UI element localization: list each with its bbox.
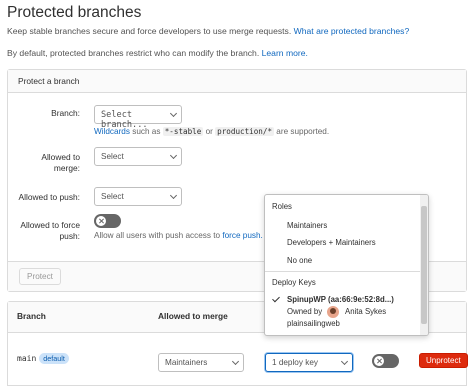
merge-select-value: Select bbox=[101, 152, 124, 161]
force-push-help: Allow all users with push access to forc… bbox=[94, 231, 263, 240]
merge-label: Allowed to merge: bbox=[10, 152, 80, 174]
default-description: By default, protected branches restrict … bbox=[7, 48, 262, 58]
panel-header: Protect a branch bbox=[8, 70, 466, 93]
close-icon bbox=[96, 216, 106, 226]
page-title: Protected branches bbox=[7, 4, 142, 21]
merge-label-line-1: Allowed to bbox=[41, 152, 80, 162]
intro-text: Keep stable branches secure and force de… bbox=[7, 26, 409, 36]
branch-label: Branch: bbox=[51, 108, 80, 118]
checkmark-icon bbox=[272, 294, 280, 303]
row-push-select-value: 1 deploy key bbox=[272, 358, 318, 367]
roles-header: Roles bbox=[272, 202, 292, 211]
allowed-to-push-dropdown-menu: Roles Maintainers Developers + Maintaine… bbox=[264, 194, 429, 336]
avatar bbox=[327, 306, 339, 318]
menu-divider bbox=[265, 271, 420, 272]
row-push-select[interactable]: 1 deploy key bbox=[265, 353, 353, 372]
wildcards-help: Wildcards such as *-stable or production… bbox=[94, 127, 329, 136]
push-select-value: Select bbox=[101, 192, 124, 201]
chevron-down-icon bbox=[169, 109, 178, 118]
force-push-toggle[interactable] bbox=[94, 214, 121, 228]
force-push-link[interactable]: force push. bbox=[222, 231, 263, 240]
branch-name: main default bbox=[17, 353, 69, 364]
deploy-key-name: SpinupWP (aa:66:9e:52:8d...) bbox=[287, 295, 394, 304]
force-push-label-line-1: Allowed to force bbox=[20, 220, 80, 230]
wildcards-text-3: are supported. bbox=[274, 127, 330, 136]
push-select[interactable]: Select bbox=[94, 187, 182, 206]
force-push-label-line-2: push: bbox=[59, 231, 81, 241]
branch-name-text: main bbox=[17, 354, 37, 363]
push-label: Allowed to push: bbox=[18, 192, 80, 202]
branch-select[interactable]: Select branch... bbox=[94, 105, 182, 130]
force-push-label: Allowed to force push: bbox=[10, 220, 80, 242]
role-option-no-one[interactable]: No one bbox=[287, 256, 312, 265]
menu-scrollbar[interactable] bbox=[420, 195, 428, 335]
merge-select[interactable]: Select bbox=[94, 147, 182, 166]
wildcards-link[interactable]: Wildcards bbox=[94, 127, 130, 136]
menu-scrollbar-thumb[interactable] bbox=[421, 206, 427, 324]
role-option-developers-maintainers[interactable]: Developers + Maintainers bbox=[287, 238, 376, 247]
merge-label-line-2: merge: bbox=[53, 163, 80, 173]
row-force-push-toggle[interactable] bbox=[372, 354, 399, 368]
row-merge-select-value: Maintainers bbox=[165, 358, 208, 367]
deploy-key-owner: Anita Sykes bbox=[345, 307, 387, 316]
wildcard-example-2: production/* bbox=[215, 127, 275, 136]
wildcards-text-2: or bbox=[203, 127, 216, 136]
deploy-key-owned-by: Owned by bbox=[287, 307, 323, 316]
intro-description: Keep stable branches secure and force de… bbox=[7, 26, 294, 36]
wildcards-text-1: such as bbox=[129, 127, 163, 136]
force-push-help-text: Allow all users with push access to bbox=[94, 231, 223, 240]
role-option-maintainers[interactable]: Maintainers bbox=[287, 221, 327, 230]
column-header-branch: Branch bbox=[17, 311, 46, 321]
deploy-keys-header: Deploy Keys bbox=[272, 278, 316, 287]
protect-button[interactable]: Protect bbox=[19, 268, 61, 285]
default-text: By default, protected branches restrict … bbox=[7, 48, 308, 58]
what-are-protected-branches-link[interactable]: What are protected branches? bbox=[294, 26, 410, 36]
chevron-down-icon bbox=[169, 191, 178, 200]
column-header-allowed-to-merge: Allowed to merge bbox=[158, 311, 228, 321]
default-badge: default bbox=[39, 353, 69, 364]
row-merge-select[interactable]: Maintainers bbox=[158, 353, 244, 372]
unprotect-button[interactable]: Unprotect bbox=[419, 353, 468, 368]
wildcard-example-1: *-stable bbox=[162, 127, 204, 136]
chevron-down-icon bbox=[340, 357, 349, 366]
close-icon bbox=[374, 356, 384, 366]
deploy-key-project: plainsailingweb bbox=[287, 319, 340, 328]
learn-more-link[interactable]: Learn more. bbox=[262, 48, 308, 58]
chevron-down-icon bbox=[169, 151, 178, 160]
chevron-down-icon bbox=[231, 357, 240, 366]
